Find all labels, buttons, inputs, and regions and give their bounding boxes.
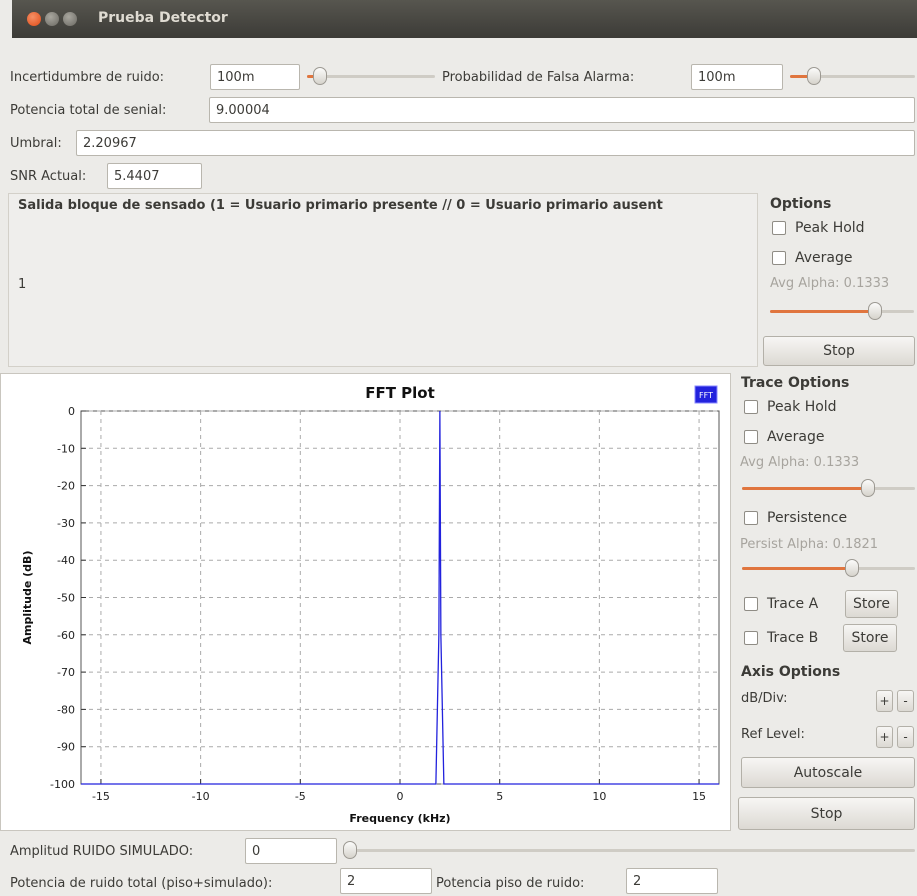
y-tick-label: -30 (57, 517, 75, 530)
fft-plot-frame: 0 -10 -20 -30 -40 -50 -60 -70 -80 -90 -100 -15 -10 -5… (0, 373, 731, 831)
average-checkbox[interactable]: Average (772, 250, 853, 266)
slider-knob[interactable] (343, 841, 357, 859)
ref-level-minus-button[interactable]: - (897, 726, 914, 748)
slider-knob[interactable] (806, 67, 821, 85)
trace-a-store-button[interactable]: Store (845, 590, 898, 618)
peak-hold-checkbox[interactable]: Peak Hold (772, 220, 865, 236)
persist-alpha-label: Persist Alpha: 0.1821 (740, 537, 879, 552)
y-tick-label: -90 (57, 741, 75, 754)
x-tick-label: -15 (92, 790, 110, 803)
x-tick-label: 10 (592, 790, 606, 803)
snr-input[interactable] (107, 163, 202, 189)
maximize-icon[interactable] (63, 12, 77, 26)
sensing-stop-button[interactable]: Stop (763, 336, 915, 366)
x-tick-label: 0 (397, 790, 404, 803)
persist-alpha-slider[interactable] (742, 559, 915, 577)
autoscale-button[interactable]: Autoscale (741, 757, 915, 788)
ref-level-label: Ref Level: (741, 727, 805, 742)
trace-avg-alpha-slider[interactable] (742, 479, 915, 497)
sensing-output-title: Salida bloque de sensado (1 = Usuario pr… (18, 198, 663, 213)
x-tick-label: 15 (692, 790, 706, 803)
x-tick-label: -5 (295, 790, 306, 803)
trace-average-checkbox[interactable]: Average (744, 429, 825, 445)
false-alarm-label: Probabilidad de Falsa Alarma: (442, 70, 635, 85)
y-tick-label: -20 (57, 480, 75, 493)
total-signal-power-input[interactable] (209, 97, 915, 123)
window-title: Prueba Detector (98, 10, 228, 26)
noise-uncertainty-slider[interactable] (307, 67, 435, 85)
total-noise-power-input[interactable] (340, 868, 432, 894)
close-icon[interactable] (27, 12, 41, 26)
minimize-icon[interactable] (45, 12, 59, 26)
false-alarm-slider[interactable] (790, 67, 915, 85)
noise-floor-power-label: Potencia piso de ruido: (436, 876, 585, 891)
db-div-minus-button[interactable]: - (897, 690, 914, 712)
threshold-input[interactable] (76, 130, 915, 156)
noise-uncertainty-input[interactable] (210, 64, 300, 90)
sim-noise-amp-label: Amplitud RUIDO SIMULADO: (10, 844, 194, 859)
axis-options-title: Axis Options (741, 664, 841, 680)
x-tick-label: -10 (192, 790, 210, 803)
sensing-output-panel (8, 193, 758, 367)
trace-b-checkbox[interactable]: Trace B (744, 630, 818, 646)
y-tick-label: -10 (57, 442, 75, 455)
slider-knob[interactable] (867, 302, 882, 320)
noise-floor-power-input[interactable] (626, 868, 718, 894)
trace-peak-hold-checkbox[interactable]: Peak Hold (744, 399, 837, 415)
snr-label: SNR Actual: (10, 169, 87, 184)
y-tick-label: -100 (50, 778, 75, 791)
x-tick-label: 5 (496, 790, 503, 803)
chart-title: FFT Plot (365, 384, 435, 402)
ref-level-plus-button[interactable]: + (876, 726, 893, 748)
trace-a-checkbox[interactable]: Trace A (744, 596, 818, 612)
y-tick-label: -60 (57, 629, 75, 642)
y-tick-label: -70 (57, 666, 75, 679)
y-tick-label: -50 (57, 592, 75, 605)
false-alarm-input[interactable] (691, 64, 783, 90)
db-div-plus-button[interactable]: + (876, 690, 893, 712)
avg-alpha-label: Avg Alpha: 0.1333 (770, 276, 890, 291)
options-title: Options (770, 196, 832, 212)
trace-avg-alpha-label: Avg Alpha: 0.1333 (740, 455, 860, 470)
sensing-output-value: 1 (18, 277, 27, 292)
trace-b-store-button[interactable]: Store (843, 624, 897, 652)
avg-alpha-slider[interactable] (770, 302, 914, 320)
total-noise-power-label: Potencia de ruido total (piso+simulado): (10, 876, 273, 891)
y-tick-label: 0 (68, 405, 75, 418)
sim-noise-amp-input[interactable] (245, 838, 337, 864)
sim-noise-amp-slider[interactable] (343, 841, 915, 859)
y-tick-label: -80 (57, 703, 75, 716)
y-tick-label: -40 (57, 554, 75, 567)
db-div-label: dB/Div: (741, 691, 788, 706)
fft-plot[interactable]: 0-10-20-30-40-50-60-70-80-90-100-15 -10 -5… (1, 374, 730, 830)
slider-knob[interactable] (845, 559, 860, 577)
total-signal-power-label: Potencia total de senial: (10, 103, 167, 118)
slider-knob[interactable] (312, 67, 327, 85)
legend-label: FFT (699, 391, 713, 400)
fft-stop-button[interactable]: Stop (738, 797, 915, 830)
noise-uncertainty-label: Incertidumbre de ruido: (10, 70, 165, 85)
title-bar: Prueba Detector (12, 0, 917, 38)
x-axis-label: Frequency (kHz) (349, 812, 450, 825)
persistence-checkbox[interactable]: Persistence (744, 510, 847, 526)
slider-knob[interactable] (861, 479, 876, 497)
y-axis-label: Amplitude (dB) (21, 551, 34, 645)
trace-options-title: Trace Options (741, 375, 850, 391)
threshold-label: Umbral: (10, 136, 62, 151)
